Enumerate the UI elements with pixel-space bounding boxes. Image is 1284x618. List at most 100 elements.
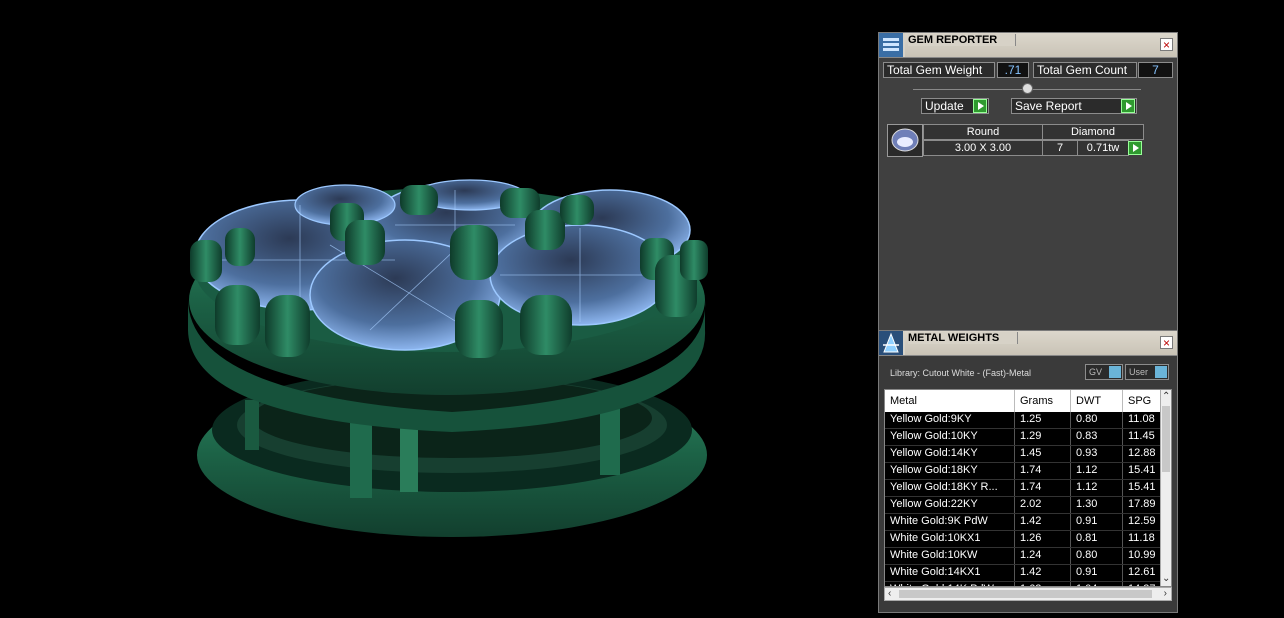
scroll-thumb[interactable] xyxy=(1162,406,1170,472)
grams-value: 1.45 xyxy=(1015,446,1071,462)
table-row[interactable]: Yellow Gold:10KY 1.29 0.83 11.45 xyxy=(885,429,1161,446)
metal-name: White Gold:9K PdW xyxy=(885,514,1015,530)
grams-value: 1.24 xyxy=(1015,548,1071,564)
slider-handle[interactable] xyxy=(1022,83,1033,94)
table-row[interactable]: Yellow Gold:22KY 2.02 1.30 17.89 xyxy=(885,497,1161,514)
metal-name: Yellow Gold:10KY xyxy=(885,429,1015,445)
metal-weights-title: METAL WEIGHTS xyxy=(908,332,1019,344)
gem-weight: 0.71tw xyxy=(1077,140,1129,156)
scroll-thumb[interactable] xyxy=(899,590,1152,598)
gem-reporter-panel: GEM REPORTER × Total Gem Weight .71 Tota… xyxy=(878,32,1178,332)
gem-thumbnail[interactable] xyxy=(887,124,923,157)
dwt-value: 1.12 xyxy=(1071,463,1123,479)
table-row[interactable]: White Gold:9K PdW 1.42 0.91 12.59 xyxy=(885,514,1161,531)
toggle-indicator-icon xyxy=(1109,366,1121,378)
ring-model xyxy=(188,179,708,537)
toggle-indicator-icon xyxy=(1155,366,1167,378)
dwt-value: 0.83 xyxy=(1071,429,1123,445)
column-header-dwt[interactable]: DWT xyxy=(1071,390,1123,412)
spg-value: 12.61 xyxy=(1123,565,1161,581)
spg-value: 15.41 xyxy=(1123,463,1161,479)
dwt-value: 0.93 xyxy=(1071,446,1123,462)
gem-reporter-icon xyxy=(879,33,903,57)
play-icon[interactable] xyxy=(973,99,987,113)
grams-value: 2.02 xyxy=(1015,497,1071,513)
total-gem-count-label: Total Gem Count xyxy=(1033,62,1137,78)
table-row[interactable]: White Gold:10KW 1.24 0.80 10.99 xyxy=(885,548,1161,565)
gv-toggle[interactable]: GV xyxy=(1085,364,1123,380)
metal-name: White Gold:10KX1 xyxy=(885,531,1015,547)
metal-weights-titlebar[interactable]: METAL WEIGHTS × xyxy=(879,331,1177,356)
table-row[interactable]: White Gold:14KX1 1.42 0.91 12.61 xyxy=(885,565,1161,582)
grams-value: 1.29 xyxy=(1015,429,1071,445)
dwt-value: 0.91 xyxy=(1071,514,1123,530)
scroll-down-icon[interactable]: ⌄ xyxy=(1162,574,1170,584)
scroll-left-icon[interactable]: ‹ xyxy=(888,589,891,599)
gem-count: 7 xyxy=(1042,140,1078,156)
metal-name: Yellow Gold:22KY xyxy=(885,497,1015,513)
spg-value: 12.59 xyxy=(1123,514,1161,530)
spg-value: 12.88 xyxy=(1123,446,1161,462)
gem-size: 3.00 X 3.00 xyxy=(923,140,1043,156)
dwt-value: 0.80 xyxy=(1071,548,1123,564)
save-report-button[interactable]: Save Report xyxy=(1011,98,1137,114)
gem-material: Diamond xyxy=(1042,124,1144,140)
scroll-up-icon[interactable]: ⌃ xyxy=(1162,392,1170,402)
vertical-scrollbar[interactable]: ⌃ ⌄ xyxy=(1160,390,1171,586)
spg-value: 11.18 xyxy=(1123,531,1161,547)
spg-value: 10.99 xyxy=(1123,548,1161,564)
spg-value: 15.41 xyxy=(1123,480,1161,496)
table-row[interactable]: Yellow Gold:18KY 1.74 1.12 15.41 xyxy=(885,463,1161,480)
gem-shape: Round xyxy=(923,124,1043,140)
column-header-grams[interactable]: Grams xyxy=(1015,390,1071,412)
grams-value: 1.25 xyxy=(1015,412,1071,428)
user-toggle[interactable]: User xyxy=(1125,364,1169,380)
dwt-value: 1.30 xyxy=(1071,497,1123,513)
metal-name: White Gold:14KX1 xyxy=(885,565,1015,581)
horizontal-scrollbar[interactable]: ‹ › xyxy=(884,587,1172,601)
gem-reporter-titlebar[interactable]: GEM REPORTER × xyxy=(879,33,1177,58)
update-button[interactable]: Update xyxy=(921,98,989,114)
play-icon[interactable] xyxy=(1128,141,1142,155)
grams-value: 1.42 xyxy=(1015,565,1071,581)
dwt-value: 0.80 xyxy=(1071,412,1123,428)
close-icon[interactable]: × xyxy=(1160,38,1173,51)
table-row[interactable]: Yellow Gold:9KY 1.25 0.80 11.08 xyxy=(885,412,1161,429)
3d-viewport[interactable] xyxy=(0,0,870,613)
metal-name: Yellow Gold:18KY R... xyxy=(885,480,1015,496)
gem-reporter-title: GEM REPORTER xyxy=(908,34,1017,46)
play-icon[interactable] xyxy=(1121,99,1135,113)
table-row[interactable]: Yellow Gold:18KY R... 1.74 1.12 15.41 xyxy=(885,480,1161,497)
metal-weights-panel: METAL WEIGHTS × Library: Cutout White - … xyxy=(878,330,1178,613)
grams-value: 1.74 xyxy=(1015,463,1071,479)
save-report-label: Save Report xyxy=(1015,99,1082,113)
metal-weights-table: Metal Grams DWT SPG Yellow Gold:9KY 1.25 0… xyxy=(884,389,1172,587)
metal-name: Yellow Gold:9KY xyxy=(885,412,1015,428)
spg-value: 11.45 xyxy=(1123,429,1161,445)
total-gem-weight-value: .71 xyxy=(997,62,1029,78)
total-gem-count-value: 7 xyxy=(1138,62,1173,78)
spg-value: 11.08 xyxy=(1123,412,1161,428)
gem-list: Round Diamond 3.00 X 3.00 7 0.71tw xyxy=(887,124,1144,157)
spg-value: 17.89 xyxy=(1123,497,1161,513)
column-header-metal[interactable]: Metal xyxy=(885,390,1015,412)
close-icon[interactable]: × xyxy=(1160,336,1173,349)
column-header-spg[interactable]: SPG xyxy=(1123,390,1161,412)
table-header: Metal Grams DWT SPG xyxy=(885,390,1161,412)
scroll-right-icon[interactable]: › xyxy=(1164,589,1167,599)
metal-name: White Gold:10KW xyxy=(885,548,1015,564)
metal-name: Yellow Gold:18KY xyxy=(885,463,1015,479)
scale-icon xyxy=(879,331,903,355)
total-gem-weight-label: Total Gem Weight xyxy=(883,62,995,78)
dwt-value: 0.91 xyxy=(1071,565,1123,581)
table-row[interactable]: Yellow Gold:14KY 1.45 0.93 12.88 xyxy=(885,446,1161,463)
library-label: Library: Cutout White - (Fast)-Metal xyxy=(890,368,1032,378)
dwt-value: 0.81 xyxy=(1071,531,1123,547)
grams-value: 1.42 xyxy=(1015,514,1071,530)
grams-value: 1.26 xyxy=(1015,531,1071,547)
grams-value: 1.74 xyxy=(1015,480,1071,496)
dwt-value: 1.12 xyxy=(1071,480,1123,496)
metal-name: Yellow Gold:14KY xyxy=(885,446,1015,462)
table-row[interactable]: White Gold:10KX1 1.26 0.81 11.18 xyxy=(885,531,1161,548)
table-body: Yellow Gold:9KY 1.25 0.80 11.08 Yellow Gold:… xyxy=(885,412,1161,586)
